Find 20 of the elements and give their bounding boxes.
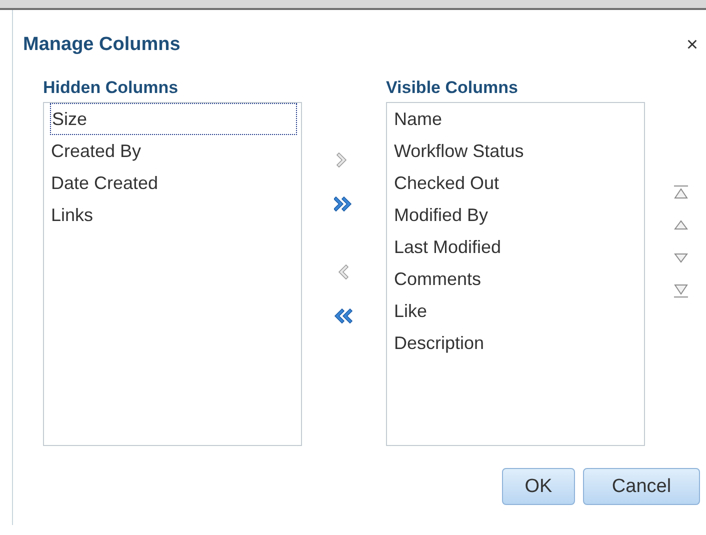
list-item[interactable]: Size [50, 103, 297, 135]
hidden-columns-header: Hidden Columns [43, 78, 180, 98]
visible-columns-header: Visible Columns [386, 78, 519, 98]
list-item[interactable]: Created By [50, 135, 301, 167]
list-item[interactable]: Links [50, 199, 301, 231]
list-item[interactable]: Last Modified [393, 231, 644, 263]
list-item[interactable]: Checked Out [393, 167, 644, 199]
list-item[interactable]: Comments [393, 263, 644, 295]
list-item[interactable]: Date Created [50, 167, 301, 199]
double-chevron-left-icon[interactable] [334, 306, 354, 326]
ok-button[interactable]: OK [502, 468, 575, 505]
cancel-button[interactable]: Cancel [583, 468, 700, 505]
list-item[interactable]: Description [393, 327, 644, 359]
list-item[interactable]: Name [393, 103, 644, 135]
list-item[interactable]: Like [393, 295, 644, 327]
list-item[interactable]: Modified By [393, 199, 644, 231]
close-button[interactable]: × [686, 35, 698, 55]
list-item[interactable]: Workflow Status [393, 135, 644, 167]
dialog-title: Manage Columns [23, 34, 180, 56]
double-chevron-right-icon[interactable] [334, 194, 354, 214]
